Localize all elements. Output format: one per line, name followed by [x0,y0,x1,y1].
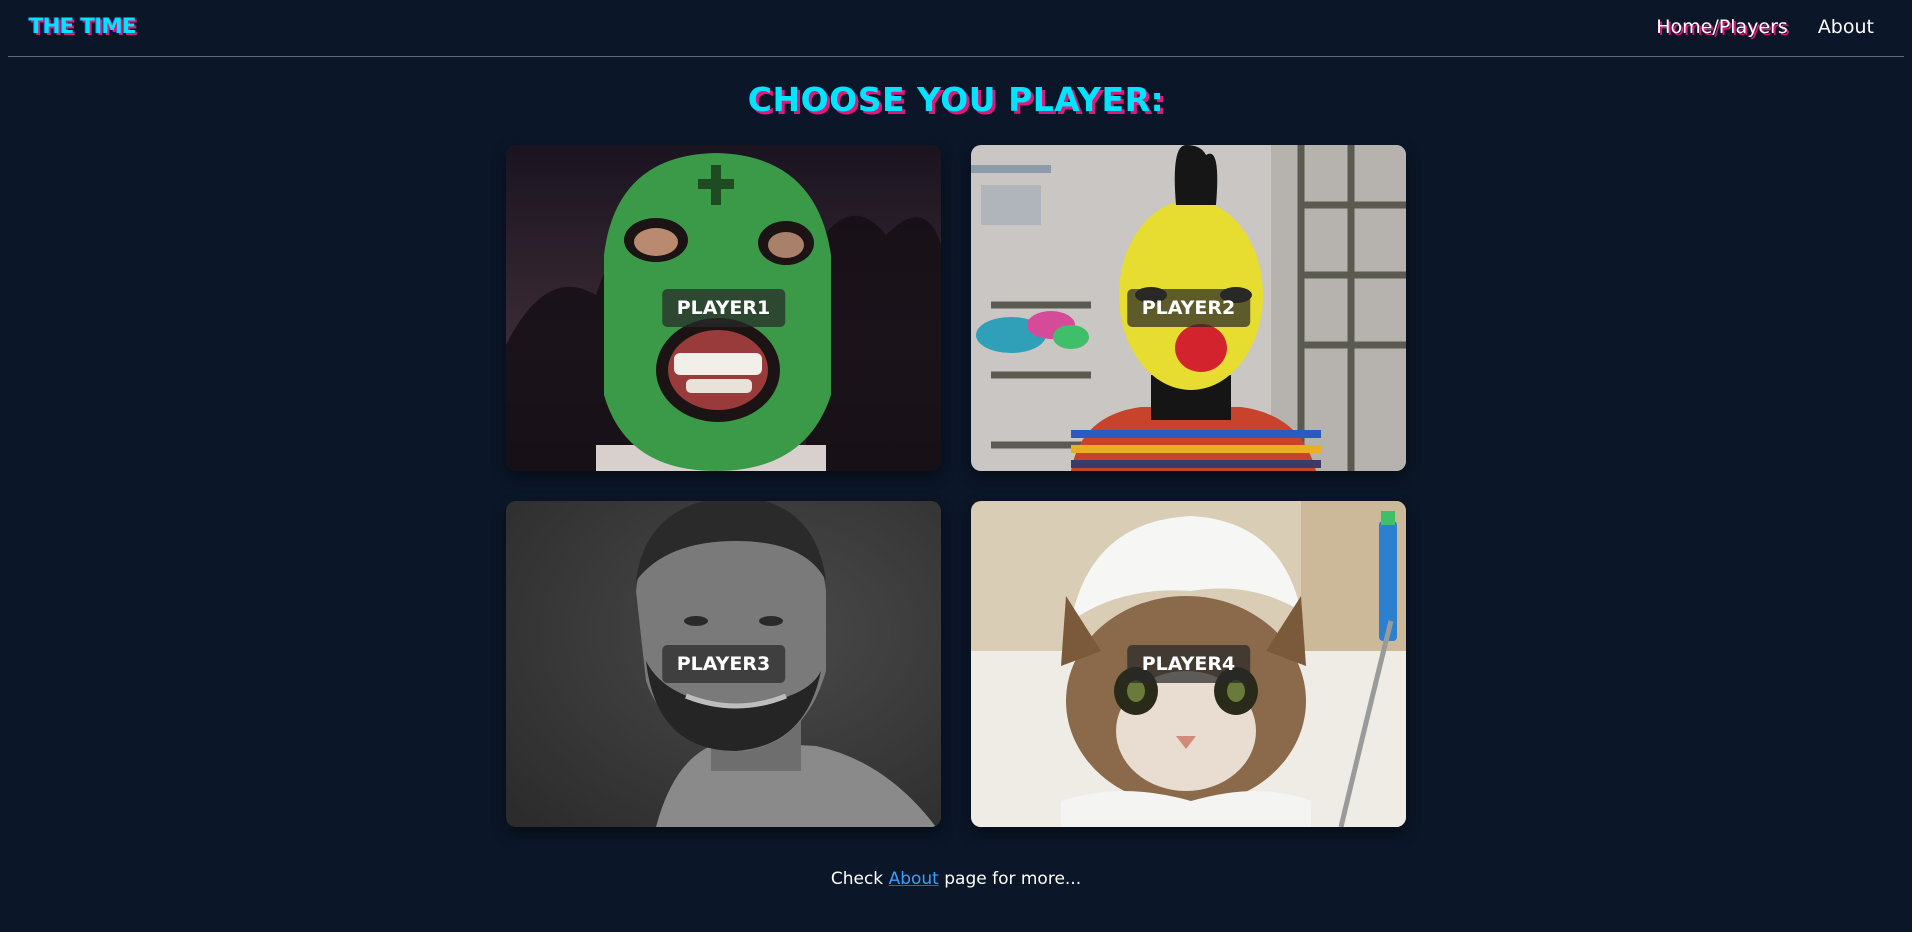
player4-label: PLAYER4 [1126,645,1251,683]
nav-links: Home/Players About [1656,16,1874,38]
site-logo[interactable]: THE TIME [29,14,136,38]
player-card-3[interactable]: PLAYER3 [506,501,941,827]
player-card-2[interactable]: PLAYER2 [971,145,1406,471]
player-card-4[interactable]: PLAYER4 [971,501,1406,827]
nav-about-link[interactable]: About [1818,16,1874,38]
player-card-1[interactable]: PLAYER1 [506,145,941,471]
footer-prefix: Check [830,869,889,889]
player-grid: PLAYER1 PLAYER2 PLAYER3 PLAYER4 [506,145,1406,827]
player2-label: PLAYER2 [1126,289,1251,327]
footer-note: Check About page for more... [0,869,1912,889]
player1-label: PLAYER1 [661,289,786,327]
nav-home-players-link[interactable]: Home/Players [1656,16,1788,38]
page-title: CHOOSE YOU PLAYER: [747,80,1165,119]
footer-suffix: page for more... [938,869,1082,889]
navbar: THE TIME Home/Players About [8,0,1904,57]
player3-label: PLAYER3 [661,645,786,683]
footer-about-link[interactable]: About [889,869,939,889]
